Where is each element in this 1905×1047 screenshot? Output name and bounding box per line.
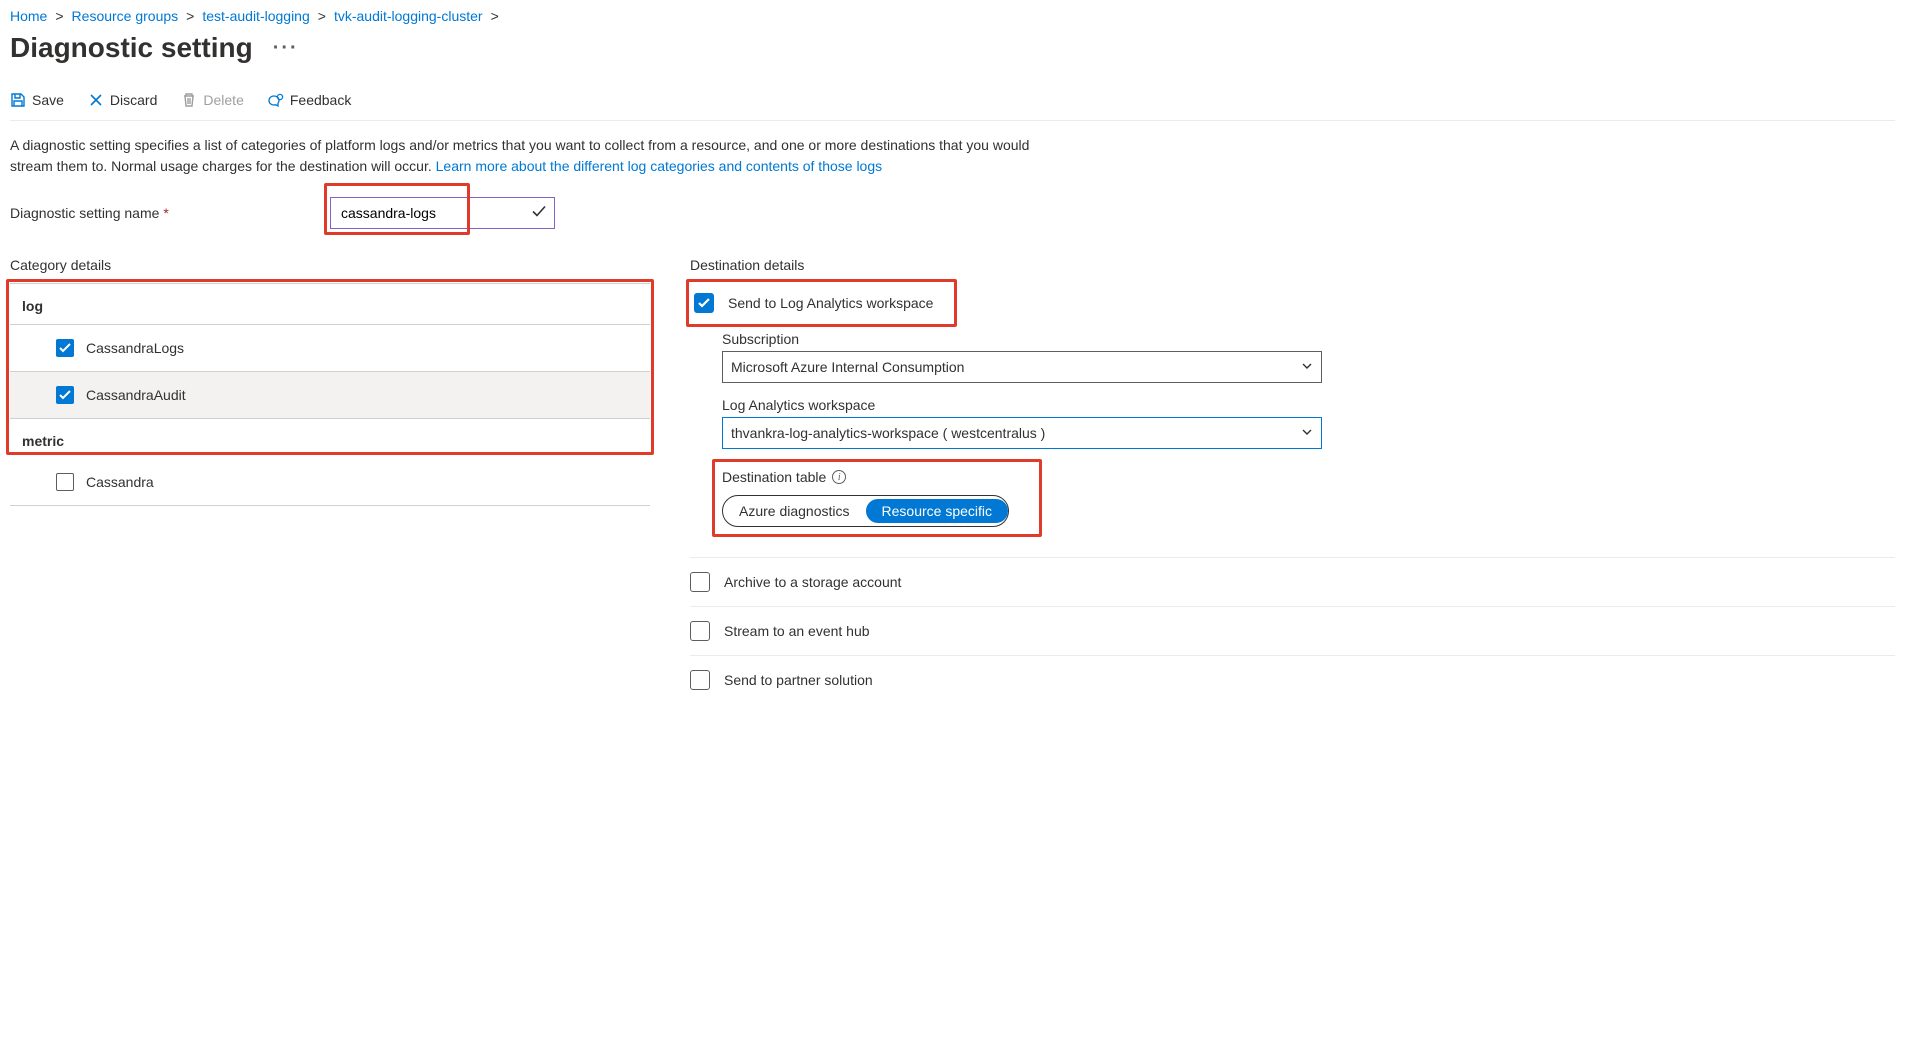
breadcrumb-home[interactable]: Home (10, 8, 47, 24)
setting-name-input-wrap (330, 197, 555, 229)
checkbox-cassandra-audit[interactable] (56, 386, 74, 404)
category-row-cassandra-logs[interactable]: CassandraLogs (10, 325, 650, 372)
law-options: Subscription Microsoft Azure Internal Co… (690, 323, 1895, 558)
valid-icon (531, 204, 547, 223)
breadcrumb-sep: > (491, 8, 499, 24)
checkbox-archive-storage[interactable] (690, 572, 710, 592)
setting-name-input[interactable] (330, 197, 555, 229)
page-title: Diagnostic setting ··· (10, 32, 1895, 64)
breadcrumb-sep: > (55, 8, 63, 24)
toggle-resource-specific[interactable]: Resource specific (866, 499, 1009, 523)
info-icon[interactable]: i (832, 470, 846, 484)
subscription-value: Microsoft Azure Internal Consumption (731, 359, 964, 375)
category-row-cassandra-metric[interactable]: Cassandra (10, 459, 650, 506)
metric-categories-section: metric Cassandra (10, 419, 650, 506)
chevron-down-icon (1301, 425, 1313, 441)
dest-law-row[interactable]: Send to Log Analytics workspace (690, 283, 953, 323)
checkbox-cassandra-logs[interactable] (56, 339, 74, 357)
metric-group-heading: metric (10, 419, 650, 459)
dest-law-label: Send to Log Analytics workspace (728, 295, 933, 311)
workspace-label: Log Analytics workspace (722, 397, 1895, 413)
checkbox-stream-eventhub[interactable] (690, 621, 710, 641)
delete-label: Delete (203, 92, 243, 108)
discard-label: Discard (110, 92, 157, 108)
breadcrumb-sep: > (186, 8, 194, 24)
breadcrumb-resource-groups[interactable]: Resource groups (72, 8, 179, 24)
dest-eventhub-label: Stream to an event hub (724, 623, 870, 639)
checkbox-send-to-law[interactable] (694, 293, 714, 313)
description-text: A diagnostic setting specifies a list of… (10, 135, 1060, 177)
dest-eventhub-row[interactable]: Stream to an event hub (690, 607, 1895, 656)
dest-table-label: Destination table i (722, 469, 1009, 485)
save-button[interactable]: Save (10, 92, 64, 108)
log-categories-section: log CassandraLogs CassandraAudit (10, 283, 650, 419)
breadcrumb: Home > Resource groups > test-audit-logg… (10, 8, 1895, 24)
chevron-down-icon (1301, 359, 1313, 375)
breadcrumb-cluster[interactable]: tvk-audit-logging-cluster (334, 8, 483, 24)
save-icon (10, 92, 26, 108)
required-indicator: * (163, 205, 168, 221)
subscription-select[interactable]: Microsoft Azure Internal Consumption (722, 351, 1322, 383)
setting-name-row: Diagnostic setting name * (10, 197, 1895, 229)
discard-button[interactable]: Discard (88, 92, 157, 108)
destination-details-column: Destination details Send to Log Analytic… (690, 229, 1895, 704)
checkbox-send-partner[interactable] (690, 670, 710, 690)
learn-more-link[interactable]: Learn more about the different log categ… (436, 158, 882, 174)
subscription-label: Subscription (722, 331, 1895, 347)
dest-partner-label: Send to partner solution (724, 672, 873, 688)
feedback-label: Feedback (290, 92, 351, 108)
category-row-cassandra-audit[interactable]: CassandraAudit (10, 372, 650, 419)
breadcrumb-group[interactable]: test-audit-logging (202, 8, 309, 24)
dest-table-toggle[interactable]: Azure diagnostics Resource specific (722, 495, 1009, 527)
category-label: CassandraLogs (86, 340, 184, 356)
setting-name-label-text: Diagnostic setting name (10, 205, 159, 221)
discard-icon (88, 92, 104, 108)
category-details-heading: Category details (10, 257, 650, 273)
feedback-button[interactable]: Feedback (268, 92, 351, 108)
delete-icon (181, 92, 197, 108)
save-label: Save (32, 92, 64, 108)
setting-name-label: Diagnostic setting name * (10, 205, 330, 221)
log-group-heading: log (10, 284, 650, 325)
breadcrumb-sep: > (318, 8, 326, 24)
toggle-azure-diagnostics[interactable]: Azure diagnostics (723, 499, 866, 523)
dest-storage-label: Archive to a storage account (724, 574, 901, 590)
feedback-icon (268, 92, 284, 108)
dest-storage-row[interactable]: Archive to a storage account (690, 558, 1895, 607)
delete-button: Delete (181, 92, 243, 108)
category-label: CassandraAudit (86, 387, 186, 403)
checkbox-cassandra-metric[interactable] (56, 473, 74, 491)
category-label: Cassandra (86, 474, 154, 490)
destination-details-heading: Destination details (690, 257, 1895, 273)
workspace-value: thvankra-log-analytics-workspace ( westc… (731, 425, 1045, 441)
toolbar: Save Discard Delete Feedback (10, 92, 1895, 121)
dest-table-label-text: Destination table (722, 469, 826, 485)
page-title-text: Diagnostic setting (10, 32, 253, 64)
category-details-column: Category details log CassandraLogs Cassa… (10, 229, 650, 506)
dest-partner-row[interactable]: Send to partner solution (690, 656, 1895, 704)
workspace-select[interactable]: thvankra-log-analytics-workspace ( westc… (722, 417, 1322, 449)
more-icon[interactable]: ··· (273, 37, 299, 60)
